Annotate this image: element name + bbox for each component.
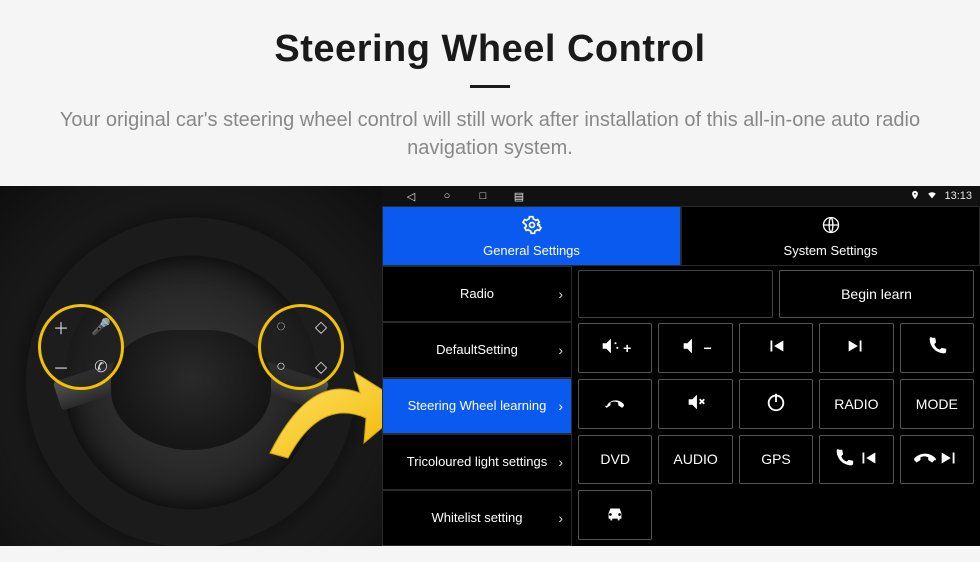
nav-back-icon[interactable]: ◁ bbox=[404, 190, 418, 203]
fn-dvd-button[interactable]: DVD bbox=[578, 435, 652, 485]
chevron-right-icon: › bbox=[558, 342, 563, 358]
headunit-screen: ◁ ○ □ ▤ 13:13 General Settings bbox=[382, 186, 980, 546]
location-icon bbox=[910, 190, 920, 203]
sidebar-item-label: Whitelist setting bbox=[431, 511, 522, 526]
fn-call-hangup-button[interactable] bbox=[578, 379, 652, 429]
sidebar-item-radio[interactable]: Radio › bbox=[382, 266, 572, 322]
wheel-btn-voice-icon: 🎤 bbox=[81, 307, 121, 347]
android-statusbar: ◁ ○ □ ▤ 13:13 bbox=[382, 186, 980, 206]
page-subtitle: Your original car's steering wheel contr… bbox=[40, 106, 940, 162]
tab-system-settings[interactable]: System Settings bbox=[681, 206, 980, 266]
fn-audio-button[interactable]: AUDIO bbox=[658, 435, 732, 485]
wifi-icon bbox=[926, 190, 938, 203]
chevron-right-icon: › bbox=[558, 510, 563, 526]
phone-icon bbox=[833, 447, 855, 472]
begin-learn-button[interactable]: Begin learn bbox=[779, 270, 974, 318]
wheel-btn-cycle-icon: ○ bbox=[261, 347, 301, 387]
sidebar-item-label: DefaultSetting bbox=[436, 343, 518, 358]
volume-up-icon bbox=[599, 335, 621, 360]
fn-next-track-button[interactable] bbox=[819, 323, 893, 373]
prev-track-icon bbox=[765, 335, 787, 360]
settings-tabs: General Settings System Settings bbox=[382, 206, 980, 266]
title-divider bbox=[470, 85, 510, 88]
fn-call-answer-button[interactable] bbox=[900, 323, 974, 373]
learning-panel: Begin learn + − bbox=[572, 266, 980, 546]
marketing-header: Steering Wheel Control Your original car… bbox=[0, 0, 980, 180]
function-grid: + − bbox=[578, 323, 974, 540]
phone-hangup-icon bbox=[914, 447, 936, 472]
nav-home-icon[interactable]: ○ bbox=[440, 190, 454, 203]
sidebar-item-tricoloured-light[interactable]: Tricoloured light settings › bbox=[382, 434, 572, 490]
next-track-icon bbox=[938, 447, 960, 472]
wheel-btn-source-icon: ◌ bbox=[261, 307, 301, 347]
plus-icon: + bbox=[623, 340, 631, 356]
stage: ＋ 🎤 － ✆ ◌ ◇ ○ ◇ ◁ ○ □ bbox=[0, 186, 980, 546]
globe-icon bbox=[821, 215, 841, 240]
sidebar-item-label: Steering Wheel learning bbox=[408, 399, 547, 414]
minus-icon: − bbox=[704, 340, 712, 356]
prev-track-icon bbox=[857, 447, 879, 472]
sidebar-item-whitelist[interactable]: Whitelist setting › bbox=[382, 490, 572, 546]
button-label: MODE bbox=[916, 396, 958, 412]
wheel-btn-minus-icon: － bbox=[41, 347, 81, 387]
tab-general-settings[interactable]: General Settings bbox=[382, 206, 681, 266]
sidebar-item-default-setting[interactable]: DefaultSetting › bbox=[382, 322, 572, 378]
fn-car-button[interactable] bbox=[578, 490, 652, 540]
wheel-btn-plus-icon: ＋ bbox=[41, 307, 81, 347]
fn-gps-button[interactable]: GPS bbox=[739, 435, 813, 485]
chevron-right-icon: › bbox=[558, 398, 563, 414]
settings-body: Radio › DefaultSetting › Steering Wheel … bbox=[382, 266, 980, 546]
settings-sidebar: Radio › DefaultSetting › Steering Wheel … bbox=[382, 266, 572, 546]
fn-phone-prev-button[interactable] bbox=[819, 435, 893, 485]
fn-mute-button[interactable] bbox=[658, 379, 732, 429]
fn-prev-track-button[interactable] bbox=[739, 323, 813, 373]
next-track-icon bbox=[845, 335, 867, 360]
wheel-button-cluster-right: ◌ ◇ ○ ◇ bbox=[258, 304, 344, 390]
volume-down-icon bbox=[680, 335, 702, 360]
tab-label: General Settings bbox=[483, 243, 580, 258]
learn-slot-empty[interactable] bbox=[578, 270, 773, 318]
nav-recent-icon[interactable]: □ bbox=[476, 190, 490, 203]
sidebar-item-label: Radio bbox=[460, 287, 494, 302]
button-label: GPS bbox=[761, 451, 791, 467]
page-title: Steering Wheel Control bbox=[40, 28, 940, 71]
phone-icon bbox=[926, 335, 948, 360]
fn-volume-down-button[interactable]: − bbox=[658, 323, 732, 373]
wheel-button-cluster-left: ＋ 🎤 － ✆ bbox=[38, 304, 124, 390]
sidebar-item-steering-wheel-learning[interactable]: Steering Wheel learning › bbox=[382, 378, 572, 434]
gear-icon bbox=[522, 215, 542, 240]
button-label: AUDIO bbox=[673, 451, 717, 467]
fn-power-button[interactable] bbox=[739, 379, 813, 429]
fn-phone-next-button[interactable] bbox=[900, 435, 974, 485]
chevron-right-icon: › bbox=[558, 454, 563, 470]
wheel-btn-up-icon: ◇ bbox=[301, 307, 341, 347]
tab-label: System Settings bbox=[784, 243, 878, 258]
fn-mode-button[interactable]: MODE bbox=[900, 379, 974, 429]
steering-wheel-photo: ＋ 🎤 － ✆ ◌ ◇ ○ ◇ bbox=[0, 186, 382, 546]
fn-radio-button[interactable]: RADIO bbox=[819, 379, 893, 429]
wheel-hub bbox=[111, 330, 271, 450]
button-label: RADIO bbox=[834, 396, 878, 412]
sidebar-item-label: Tricoloured light settings bbox=[407, 455, 547, 470]
power-icon bbox=[765, 391, 787, 416]
chevron-right-icon: › bbox=[558, 286, 563, 302]
fn-volume-up-button[interactable]: + bbox=[578, 323, 652, 373]
button-label: DVD bbox=[600, 451, 630, 467]
car-icon bbox=[604, 503, 626, 528]
nav-menu-icon[interactable]: ▤ bbox=[512, 190, 526, 203]
clock-text: 13:13 bbox=[944, 190, 972, 202]
mute-icon bbox=[685, 391, 707, 416]
phone-hangup-icon bbox=[604, 391, 626, 416]
wheel-btn-phone-icon: ✆ bbox=[81, 347, 121, 387]
wheel-btn-down-icon: ◇ bbox=[301, 347, 341, 387]
button-label: Begin learn bbox=[841, 286, 912, 302]
